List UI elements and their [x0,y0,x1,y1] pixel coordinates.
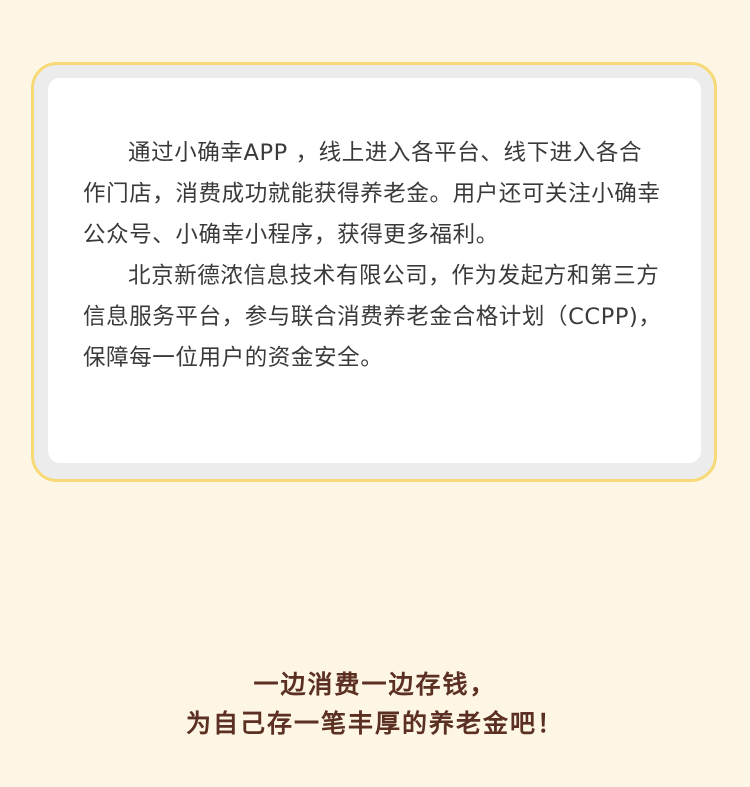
info-card-inner: 通过小确幸APP ，线上进入各平台、线下进入各合作门店，消费成功就能获得养老金。… [48,78,701,463]
slogan-line-2: 为自己存一笔丰厚的养老金吧！ [185,709,564,738]
info-text: 通过小确幸APP ，线上进入各平台、线下进入各合作门店，消费成功就能获得养老金。… [83,133,663,379]
info-paragraph-app: 通过小确幸APP ，线上进入各平台、线下进入各合作门店，消费成功就能获得养老金。… [83,140,661,248]
slogan-line-1: 一边消费一边存钱， [253,670,497,699]
info-paragraph-company: 北京新德浓信息技术有限公司，作为发起方和第三方信息服务平台，参与联合消费养老金合… [83,263,662,371]
info-card: 通过小确幸APP ，线上进入各平台、线下进入各合作门店，消费成功就能获得养老金。… [31,62,717,482]
